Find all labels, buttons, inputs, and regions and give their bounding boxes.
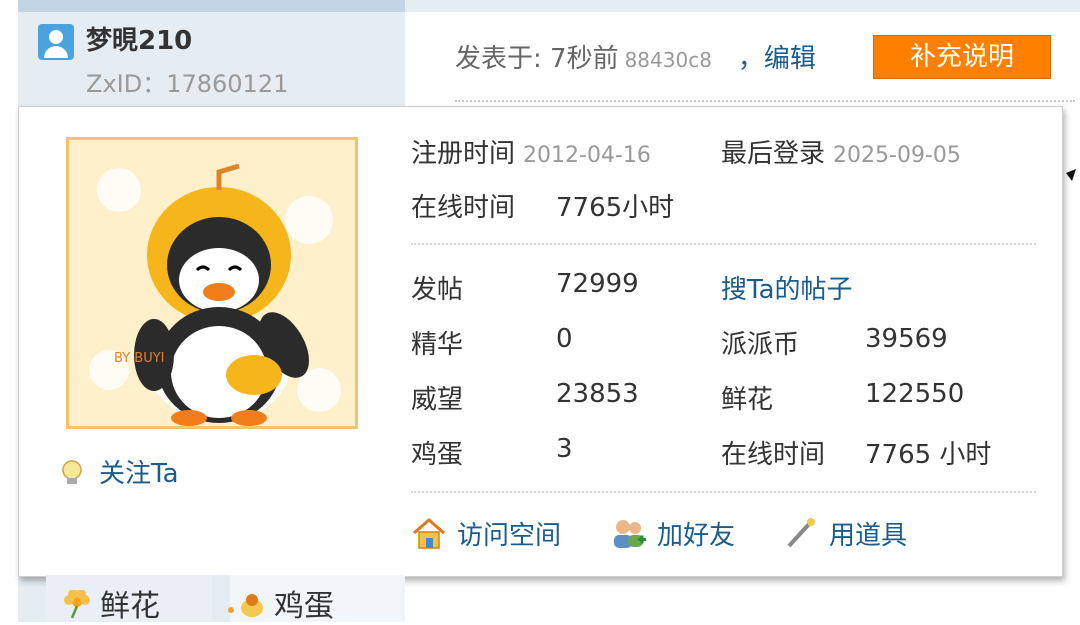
stat-value-prestige: 23853 — [556, 379, 639, 409]
penguin-avatar-image: BY BUYI — [69, 140, 355, 426]
flower-icon — [64, 589, 90, 619]
tab-flower[interactable]: 鲜花 — [60, 581, 160, 625]
search-posts-link[interactable]: 搜Ta的帖子 — [721, 269, 853, 306]
tab-egg-label: 鸡蛋 — [274, 589, 334, 624]
stat-value-coins: 39569 — [865, 324, 948, 354]
avatar[interactable]: BY BUYI — [66, 137, 358, 429]
visit-space-link[interactable]: 访问空间 — [411, 515, 561, 552]
online-label: 在线时间 — [411, 193, 516, 223]
home-icon — [413, 518, 445, 549]
supplement-button[interactable]: 补充说明 — [873, 35, 1051, 79]
stat-label-online: 在线时间 — [721, 440, 826, 470]
magic-wand-icon — [787, 518, 815, 548]
stat-value-posts: 72999 — [556, 269, 639, 299]
avatar-badge-text: BY BUYI — [114, 351, 165, 366]
stat-label-coins: 派派币 — [721, 330, 800, 360]
add-friend-link[interactable]: 加好友 — [611, 515, 735, 552]
follow-link[interactable]: 关注Ta — [59, 453, 179, 490]
stat-label-posts: 发帖 — [411, 275, 464, 305]
author-zxid: ZxID：17860121 — [86, 70, 289, 98]
stat-label-eggs: 鸡蛋 — [411, 440, 464, 470]
posted-time: 发表于: 7秒前 — [455, 44, 619, 74]
author-name[interactable]: 梦晛210 — [86, 20, 192, 57]
use-item-link[interactable]: 用道具 — [783, 515, 907, 552]
visit-space-label: 访问空间 — [457, 521, 562, 551]
user-icon[interactable] — [38, 24, 74, 60]
divider — [455, 100, 1075, 102]
post-hash: 88430c8 — [624, 48, 712, 72]
stat-label-essence: 精华 — [411, 330, 464, 360]
egg-icon — [228, 594, 263, 617]
use-item-label: 用道具 — [829, 521, 908, 551]
edit-link[interactable]: ，编辑 — [738, 44, 816, 74]
cursor-fragment-icon — [1066, 169, 1076, 181]
follow-label: 关注Ta — [99, 459, 179, 489]
tab-flower-label: 鲜花 — [100, 589, 160, 624]
register-value: 2012-04-16 — [523, 143, 651, 168]
last-login-value: 2025-09-05 — [833, 143, 961, 168]
bottom-tabs: 鲜花 鸡蛋 — [18, 575, 405, 625]
author-column-header — [18, 0, 405, 12]
stat-value-eggs: 3 — [556, 434, 573, 464]
register-label: 注册时间 — [411, 139, 516, 169]
last-login-row: 最后登录 2025-09-05 — [721, 133, 961, 170]
add-friend-icon — [614, 520, 646, 548]
add-friend-label: 加好友 — [657, 521, 736, 551]
stat-value-essence: 0 — [556, 324, 573, 354]
last-login-label: 最后登录 — [721, 139, 826, 169]
stat-value-flowers: 122550 — [865, 379, 965, 409]
stat-label-flowers: 鲜花 — [721, 385, 774, 415]
tab-egg[interactable]: 鸡蛋 — [226, 581, 334, 625]
divider — [411, 243, 1036, 245]
post-meta: 发表于: 7秒前 88430c8 ，编辑 — [455, 38, 816, 75]
stat-value-online: 7765 小时 — [865, 440, 992, 470]
divider — [411, 491, 1036, 493]
post-header-strip — [405, 0, 1080, 12]
online-value: 7765小时 — [556, 193, 675, 223]
register-row: 注册时间 2012-04-16 — [411, 133, 651, 170]
lightbulb-icon — [62, 460, 82, 484]
stat-label-prestige: 威望 — [411, 385, 464, 415]
user-info-card: BY BUYI 关注Ta 注册时间 2012-04-16 最后登录 2025-09-… — [18, 106, 1063, 577]
